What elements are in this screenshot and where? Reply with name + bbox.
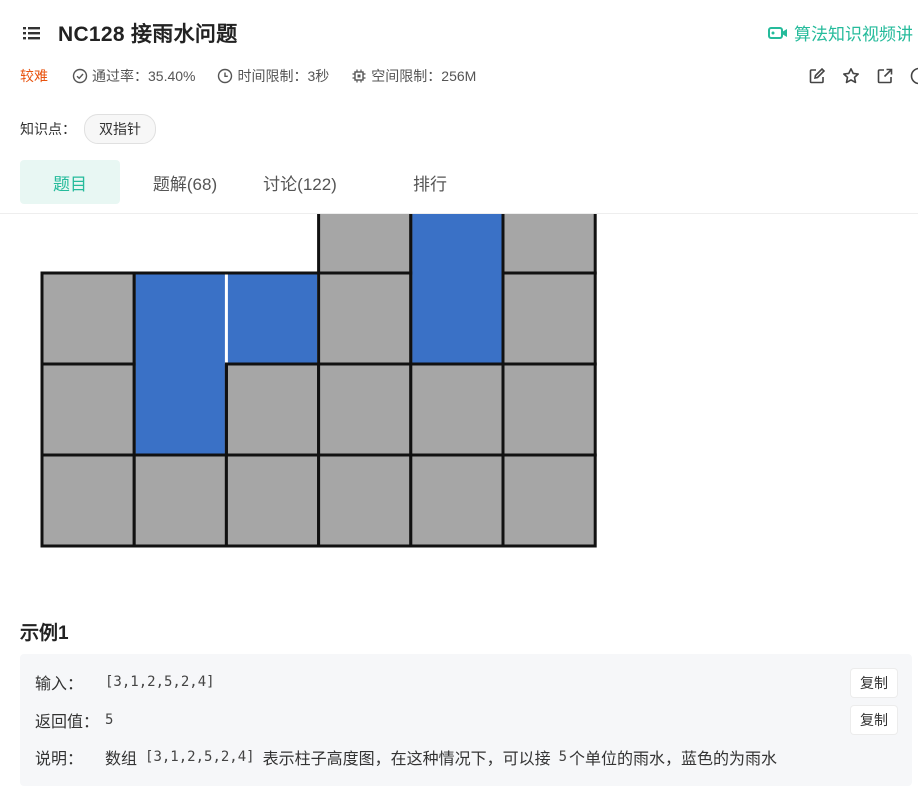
bar-cell	[40, 271, 136, 366]
bar-cell	[40, 453, 136, 548]
check-circle-icon	[72, 68, 88, 84]
page-title: NC128 接雨水问题	[58, 23, 238, 46]
tab-ranking[interactable]: 排行	[350, 160, 510, 204]
clock-icon	[218, 68, 233, 84]
input-value: [3,1,2,5,2,4]	[105, 674, 215, 690]
explain-label: 说明：	[35, 751, 84, 768]
info-icon[interactable]	[909, 66, 918, 86]
bar-cell	[224, 362, 321, 457]
explain-text-1: 数组	[105, 751, 138, 768]
knowledge-tag[interactable]: 双指针	[84, 114, 156, 144]
explain-num: 5	[558, 749, 568, 765]
bar-cell	[40, 362, 136, 457]
bar-cell	[317, 453, 413, 548]
video-icon	[768, 26, 787, 39]
example-explain-line: 说明： 数组 [3,1,2,5,2,4] 表示柱子高度图，在这种情况下，可以接 …	[35, 745, 777, 769]
example-output-line: 返回值： 5	[35, 708, 113, 732]
bar-cell	[409, 362, 505, 457]
meta-row: 较难 通过率：35.40% 时间限制：3秒 空间限制：256M	[20, 66, 498, 86]
bar-cell	[224, 453, 321, 548]
video-link[interactable]: 算法知识视频讲	[768, 20, 913, 45]
explain-text-3: 个单位的雨水，蓝色的为雨水	[569, 751, 778, 768]
pass-rate: 通过率：35.40%	[72, 66, 195, 86]
pass-rate-text: 通过率：35.40%	[92, 68, 196, 84]
list-icon[interactable]	[22, 23, 42, 43]
time-limit-text: 时间限制：3秒	[237, 68, 330, 84]
problem-header: NC128 接雨水问题 算法知识视频讲 较难 通过率：35.40% 时间限制：3…	[0, 0, 918, 214]
copy-output-button[interactable]: 复制	[851, 706, 897, 734]
external-link-icon[interactable]	[875, 66, 895, 86]
explain-text-2: 表示柱子高度图，在这种情况下，可以接	[262, 751, 551, 768]
time-limit: 时间限制：3秒	[217, 66, 329, 86]
difficulty-badge: 较难	[20, 68, 48, 84]
example-title: 示例1	[20, 623, 69, 644]
video-link-label: 算法知识视频讲	[794, 25, 913, 44]
explain-array: [3,1,2,5,2,4]	[145, 749, 255, 765]
copy-input-button[interactable]: 复制	[851, 669, 897, 697]
edit-icon[interactable]	[807, 66, 827, 86]
output-value: 5	[105, 712, 114, 728]
chip-icon	[352, 69, 366, 83]
tab-problem[interactable]: 题目	[20, 160, 120, 204]
title-row: NC128 接雨水问题	[22, 18, 238, 48]
bar-cell	[501, 362, 597, 457]
memory-limit: 空间限制：256M	[351, 66, 476, 86]
water-cell	[227, 273, 318, 363]
example-box: 输入： [3,1,2,5,2,4] 复制 返回值： 5 复制 说明： 数组 [3…	[20, 654, 912, 786]
knowledge-row: 知识点： 双指针	[20, 114, 156, 144]
example-input-line: 输入： [3,1,2,5,2,4]	[35, 670, 215, 694]
bar-cell	[501, 271, 597, 366]
bar-cell	[317, 271, 413, 366]
tab-discussion[interactable]: 讨论(122)	[250, 160, 350, 204]
star-icon[interactable]	[841, 66, 861, 86]
bar-cell	[132, 453, 228, 548]
output-label: 返回值：	[35, 714, 100, 731]
bar-cell	[501, 453, 597, 548]
bar-cell	[409, 453, 505, 548]
water-cell	[135, 273, 225, 454]
tab-bar: 题目 题解(68) 讨论(122) 排行	[20, 160, 510, 204]
memory-limit-text: 空间限制：256M	[371, 68, 477, 84]
knowledge-label: 知识点：	[20, 121, 76, 137]
tab-solutions[interactable]: 题解(68)	[120, 160, 250, 204]
action-toolbar	[807, 66, 918, 86]
input-label: 输入：	[35, 676, 84, 693]
bar-cell	[317, 362, 413, 457]
